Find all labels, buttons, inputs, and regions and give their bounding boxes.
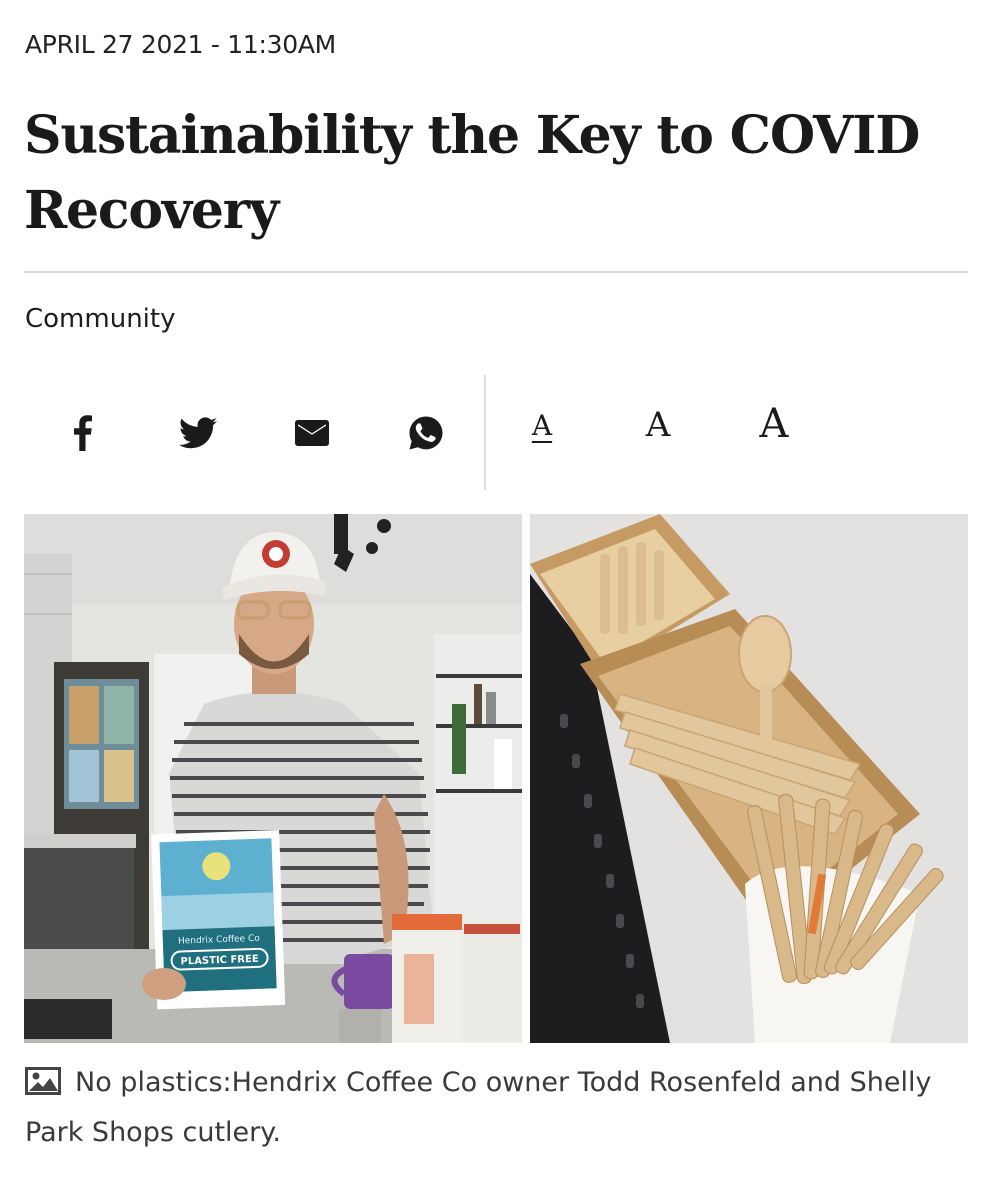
- article-headline: Sustainability the Key to COVID Recovery: [24, 105, 920, 241]
- category-link[interactable]: Community: [25, 304, 175, 334]
- font-size-small-button[interactable]: A: [512, 409, 572, 442]
- photo-wooden-cutlery: [530, 514, 968, 1043]
- font-size-small-label: A: [531, 409, 553, 442]
- image-icon: [25, 1067, 61, 1095]
- facebook-share-button[interactable]: [52, 403, 112, 463]
- toolbar-divider: [484, 375, 486, 490]
- twitter-icon: [179, 417, 217, 449]
- caption-text: No plastics:Hendrix Coffee Co owner Todd…: [25, 1067, 932, 1148]
- facebook-icon: [74, 415, 92, 451]
- twitter-share-button[interactable]: [168, 403, 228, 463]
- share-toolbar: A A A: [24, 375, 968, 490]
- font-size-medium-button[interactable]: A: [628, 405, 688, 445]
- whatsapp-icon: [409, 416, 443, 450]
- email-share-button[interactable]: [282, 403, 342, 463]
- font-size-large-button[interactable]: A: [744, 401, 804, 447]
- headline-divider: [24, 271, 968, 273]
- font-size-large-label: A: [759, 401, 789, 447]
- mail-icon: [295, 420, 329, 446]
- photo-coffee-shop-owner: Hendrix Coffee Co PLASTIC FREE: [24, 514, 522, 1043]
- font-size-medium-label: A: [645, 405, 671, 445]
- whatsapp-share-button[interactable]: [396, 403, 456, 463]
- dateline: APRIL 27 2021 - 11:30AM: [25, 30, 336, 59]
- photo-caption: No plastics:Hendrix Coffee Co owner Todd…: [25, 1058, 970, 1158]
